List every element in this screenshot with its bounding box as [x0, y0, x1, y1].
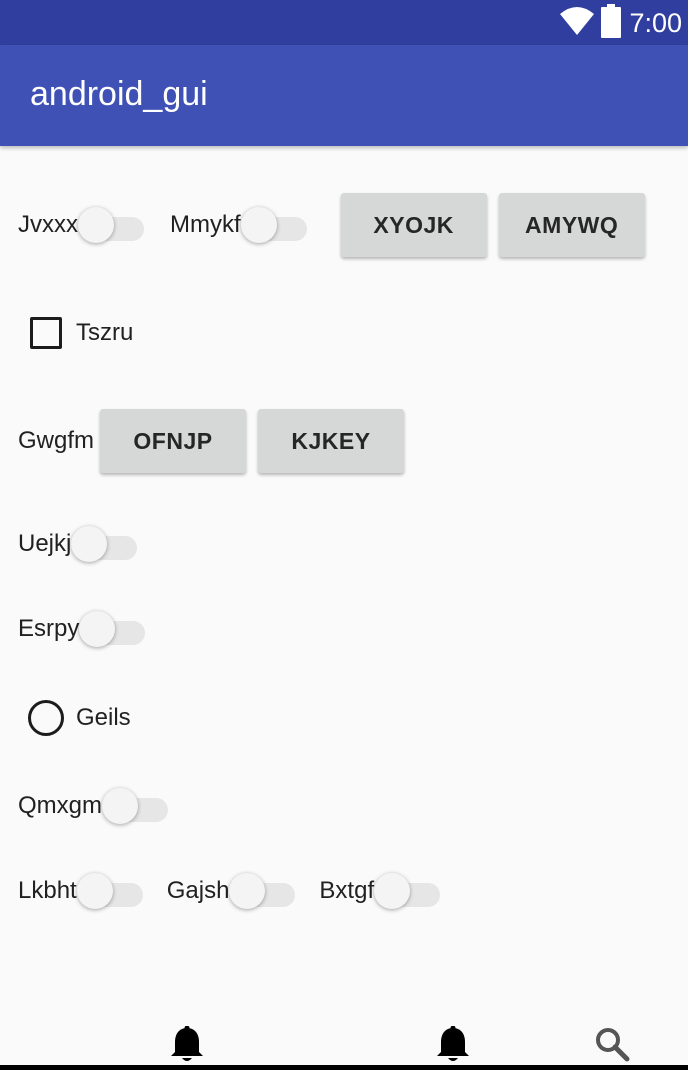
button-xyojk[interactable]: XYOJK	[340, 193, 487, 257]
switch-mmykf[interactable]	[240, 205, 311, 245]
switch-thumb	[102, 788, 138, 824]
switch-jvxxx[interactable]	[78, 205, 148, 245]
app-bar: android_gui	[0, 45, 688, 146]
battery-icon	[601, 3, 622, 43]
search-icon[interactable]	[594, 1026, 630, 1067]
radio-label-geils: Geils	[76, 704, 131, 731]
switch-gajsh[interactable]	[229, 871, 299, 911]
switch-uejkj[interactable]	[71, 524, 141, 564]
app-title: android_gui	[30, 75, 208, 113]
status-bar: 7:00	[0, 0, 688, 45]
bottom-divider	[0, 1065, 688, 1070]
radio-geils[interactable]	[28, 700, 64, 736]
switch-label-esrpy: Esrpy	[18, 615, 80, 642]
switch-label-jvxxx: Jvxxx	[18, 211, 78, 238]
checkbox-label-tszru: Tszru	[76, 319, 134, 346]
switch-thumb	[374, 873, 411, 909]
switch-label-bxtgf: Bxtgf	[319, 877, 375, 904]
bell-icon[interactable]	[170, 1025, 204, 1069]
switch-qmxgm[interactable]	[102, 786, 172, 826]
switch-label-qmxgm: Qmxgm	[18, 792, 102, 819]
wifi-icon	[559, 6, 595, 41]
switch-esrpy[interactable]	[79, 609, 149, 649]
switch-label-mmykf: Mmykf	[170, 211, 241, 238]
switch-label-lkbht: Lkbht	[18, 877, 77, 904]
switch-lkbht[interactable]	[76, 871, 147, 911]
status-time: 7:00	[629, 7, 682, 38]
switch-thumb	[240, 207, 277, 243]
label-gwgfm: Gwgfm	[18, 427, 95, 454]
row-4: Uejkj	[18, 524, 141, 564]
row-2: Tszru	[30, 316, 133, 350]
button-amywq[interactable]: AMYWQ	[498, 193, 645, 257]
row-5: Esrpy	[18, 609, 149, 649]
switch-thumb	[78, 207, 114, 243]
button-kjkey[interactable]: KJKEY	[258, 409, 405, 473]
switch-thumb	[76, 873, 113, 909]
row-3: Gwgfm OFNJP KJKEY	[18, 408, 405, 474]
switch-label-uejkj: Uejkj	[18, 530, 72, 557]
bell-icon[interactable]	[436, 1025, 470, 1069]
switch-label-gajsh: Gajsh	[166, 877, 230, 904]
button-ofnjp[interactable]: OFNJP	[100, 409, 247, 473]
bottom-navigation	[0, 1010, 688, 1070]
row-1: Jvxxx Mmykf XYOJK AMYWQ	[18, 192, 645, 258]
status-icons: 7:00	[559, 3, 682, 43]
switch-bxtgf[interactable]	[374, 871, 444, 911]
checkbox-tszru[interactable]	[30, 317, 62, 349]
row-8: Lkbht Gajsh Bxtgf	[18, 871, 444, 911]
row-6: Geils	[28, 700, 131, 736]
row-7: Qmxgm	[18, 786, 172, 826]
